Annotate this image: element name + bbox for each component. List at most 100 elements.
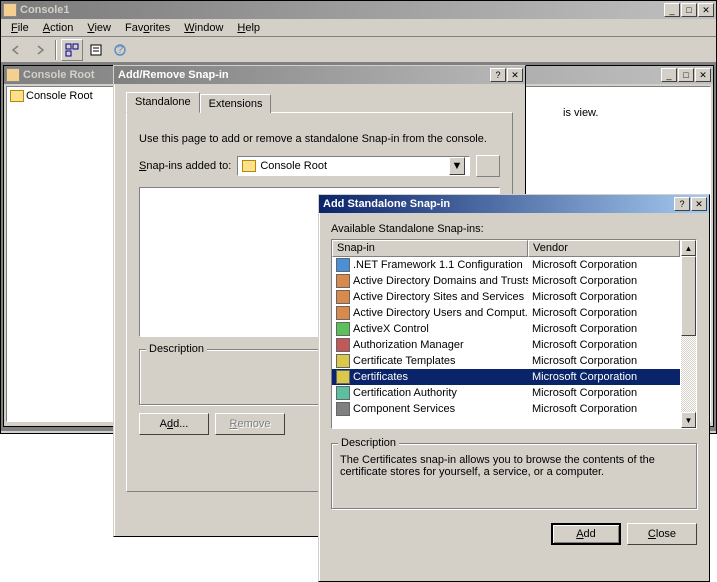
snapin-name: .NET Framework 1.1 Configuration — [353, 259, 523, 271]
available-label: Available Standalone Snap-ins: — [331, 223, 697, 235]
dialog2-description-text: The Certificates snap-in allows you to b… — [340, 454, 688, 478]
dialog2-add-button[interactable]: Add — [551, 523, 621, 545]
tree-root-item[interactable]: Console Root — [9, 89, 127, 103]
column-vendor[interactable]: Vendor — [528, 240, 680, 257]
combo-value: Console Root — [260, 160, 327, 172]
snapins-combo[interactable]: Console Root ▼ — [237, 156, 470, 176]
remove-button: Remove — [215, 413, 285, 435]
dialog1-close-button[interactable]: ✕ — [507, 68, 523, 82]
child-close-button[interactable]: ✕ — [695, 68, 711, 82]
list-item[interactable]: Certification Authority Microsoft Corpora… — [332, 385, 680, 401]
snapin-vendor: Microsoft Corporation — [532, 403, 637, 415]
maximize-button[interactable]: □ — [681, 3, 697, 17]
list-item[interactable]: Active Directory Sites and Services Micro… — [332, 289, 680, 305]
snapin-vendor: Microsoft Corporation — [532, 291, 637, 303]
snapin-icon — [336, 402, 350, 416]
menu-file[interactable]: File — [5, 21, 35, 35]
list-item[interactable]: Certificates Microsoft Corporation — [332, 369, 680, 385]
snapin-vendor: Microsoft Corporation — [532, 371, 637, 383]
description-label: Description — [146, 343, 207, 355]
snapin-icon — [336, 370, 350, 384]
snapin-name: Authorization Manager — [353, 339, 464, 351]
scrollbar[interactable]: ▲ ▼ — [680, 240, 696, 428]
snapins-label: Snap-ins added to: — [139, 160, 231, 172]
dialog2-close-button[interactable]: ✕ — [691, 197, 707, 211]
menu-help[interactable]: Help — [231, 21, 266, 35]
list-item[interactable]: Authorization Manager Microsoft Corporati… — [332, 337, 680, 353]
dialog2-description-group: Description The Certificates snap-in all… — [331, 443, 697, 509]
dialog1-help-button[interactable]: ? — [490, 68, 506, 82]
snapin-vendor: Microsoft Corporation — [532, 307, 637, 319]
main-titlebar: Console1 _ □ ✕ — [1, 1, 716, 19]
dialog1-tabs: Standalone Extensions — [126, 92, 513, 113]
snapin-icon — [336, 354, 350, 368]
tab-standalone[interactable]: Standalone — [126, 92, 200, 113]
dropdown-arrow-icon[interactable]: ▼ — [449, 157, 465, 175]
child-maximize-button[interactable]: □ — [678, 68, 694, 82]
dialog2-title: Add Standalone Snap-in — [321, 198, 674, 210]
snapin-name: Active Directory Sites and Services — [353, 291, 524, 303]
list-item[interactable]: Active Directory Domains and Trusts Micro… — [332, 273, 680, 289]
scroll-thumb[interactable] — [681, 256, 696, 336]
menu-view[interactable]: View — [81, 21, 117, 35]
snapin-icon — [336, 290, 350, 304]
folder-up-button[interactable] — [476, 155, 500, 177]
svg-text:?: ? — [117, 44, 123, 56]
dialog2-close-btn[interactable]: Close — [627, 523, 697, 545]
snapin-name: ActiveX Control — [353, 323, 429, 335]
column-snapin[interactable]: Snap-in — [332, 240, 528, 257]
snapin-vendor: Microsoft Corporation — [532, 355, 637, 367]
snapin-vendor: Microsoft Corporation — [532, 275, 637, 287]
list-item[interactable]: Component Services Microsoft Corporation — [332, 401, 680, 417]
scroll-up-icon[interactable]: ▲ — [681, 240, 696, 256]
tab-extensions[interactable]: Extensions — [200, 94, 272, 113]
menu-action[interactable]: Action — [37, 21, 80, 35]
snapin-icon — [336, 258, 350, 272]
snapin-vendor: Microsoft Corporation — [532, 339, 637, 351]
toolbar-properties-button[interactable] — [85, 39, 107, 61]
add-standalone-snapin-dialog: Add Standalone Snap-in ? ✕ Available Sta… — [318, 194, 710, 582]
snapin-name: Component Services — [353, 403, 455, 415]
back-button[interactable] — [5, 39, 27, 61]
folder-icon — [10, 90, 24, 102]
app-icon — [3, 3, 17, 17]
list-item[interactable]: Active Directory Users and Comput...Micr… — [332, 305, 680, 321]
add-button[interactable]: Add... — [139, 413, 209, 435]
menu-favorites[interactable]: Favorites — [119, 21, 176, 35]
dialog2-description-label: Description — [338, 437, 399, 449]
toolbar-help-button[interactable]: ? — [109, 39, 131, 61]
dialog1-titlebar: Add/Remove Snap-in ? ✕ — [114, 66, 525, 84]
minimize-button[interactable]: _ — [664, 3, 680, 17]
snapin-vendor: Microsoft Corporation — [532, 323, 637, 335]
snapin-name: Active Directory Domains and Trusts — [353, 275, 528, 287]
dialog2-titlebar: Add Standalone Snap-in ? ✕ — [319, 195, 709, 213]
scroll-down-icon[interactable]: ▼ — [681, 412, 696, 428]
snapins-listview[interactable]: Snap-in Vendor .NET Framework 1.1 Config… — [331, 239, 697, 429]
scroll-track[interactable] — [681, 256, 696, 412]
snapin-icon — [336, 322, 350, 336]
child-icon — [6, 68, 20, 82]
snapin-name: Certificates — [353, 371, 408, 383]
snapin-icon — [336, 306, 350, 320]
snapin-icon — [336, 386, 350, 400]
forward-button[interactable] — [29, 39, 51, 61]
close-button[interactable]: ✕ — [698, 3, 714, 17]
toolbar-view-button[interactable] — [61, 39, 83, 61]
listview-header: Snap-in Vendor — [332, 240, 680, 257]
dialog1-intro: Use this page to add or remove a standal… — [139, 133, 500, 145]
main-title: Console1 — [20, 4, 664, 16]
list-item[interactable]: ActiveX Control Microsoft Corporation — [332, 321, 680, 337]
tree-pane[interactable]: Console Root — [6, 86, 130, 422]
snapin-icon — [336, 274, 350, 288]
snapin-name: Certification Authority — [353, 387, 457, 399]
list-item[interactable]: Certificate TemplatesMicrosoft Corporati… — [332, 353, 680, 369]
snapin-icon — [336, 338, 350, 352]
snapin-vendor: Microsoft Corporation — [532, 387, 637, 399]
menu-window[interactable]: Window — [178, 21, 229, 35]
menubar: File Action View Favorites Window Help — [1, 19, 716, 37]
toolbar: ? — [1, 37, 716, 63]
child-minimize-button[interactable]: _ — [661, 68, 677, 82]
dialog2-help-button[interactable]: ? — [674, 197, 690, 211]
tree-root-label: Console Root — [26, 90, 93, 102]
list-item[interactable]: .NET Framework 1.1 ConfigurationMicrosof… — [332, 257, 680, 273]
